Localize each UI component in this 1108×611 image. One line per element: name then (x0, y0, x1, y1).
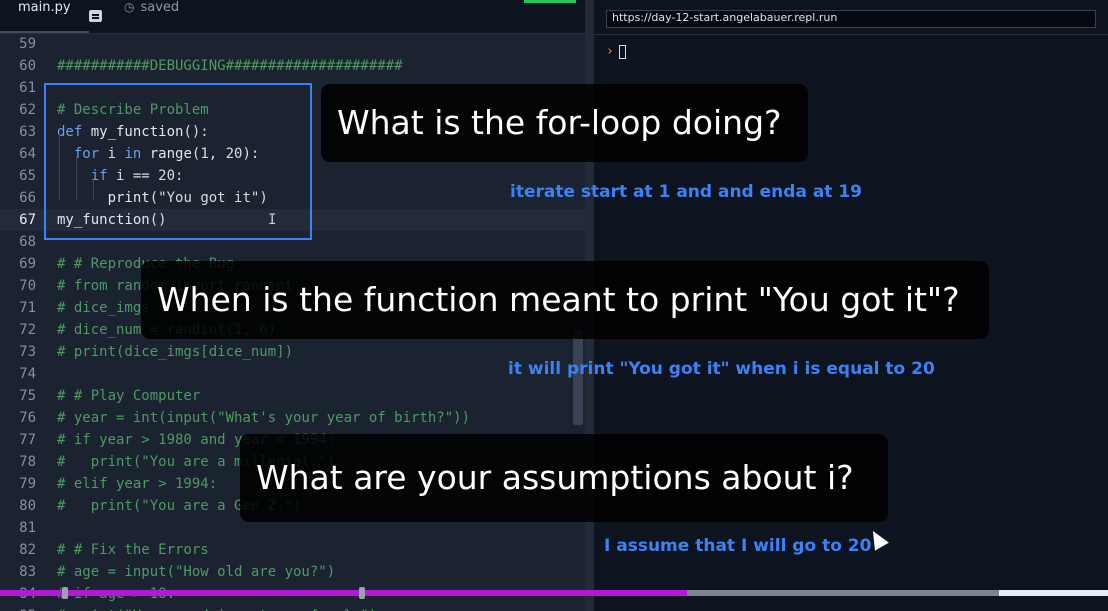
line-number: 59 (19, 36, 36, 52)
code-line[interactable]: 73 # print(dice_imgs[dice_num]) (0, 341, 585, 363)
video-progress-bar[interactable] (0, 590, 1108, 596)
chapter-marker[interactable] (62, 587, 68, 599)
code-line[interactable]: 82 # # Fix the Errors (0, 539, 585, 561)
line-number: 72 (19, 322, 36, 338)
video-progress-buffer (999, 590, 1108, 596)
line-number: 78 (19, 454, 36, 470)
code-line[interactable]: 76 # year = int(input("What's your year o… (0, 407, 585, 429)
code-line[interactable]: 74 (0, 363, 585, 385)
save-status-label: saved (140, 0, 180, 15)
code-line[interactable]: 59 (0, 33, 585, 55)
code-text: # age = input("How old are you?") (57, 564, 336, 580)
line-number: 64 (19, 146, 36, 162)
answer-assumptions: I assume that I will go to 20 (604, 536, 872, 556)
answer-for-loop: iterate start at 1 and and enda at 19 (510, 182, 863, 202)
editor-tab-bar: main.py ◷ saved (0, 0, 585, 34)
line-number: 76 (19, 410, 36, 426)
code-text: # print("You can drive at age {age}.") (57, 605, 377, 611)
line-number: 60 (19, 58, 36, 74)
code-text: # # Fix the Errors (57, 542, 209, 558)
line-number: 68 (19, 234, 36, 250)
save-status: ◷ saved (124, 0, 179, 33)
line-number: 83 (19, 564, 36, 580)
line-number: 71 (19, 300, 36, 316)
question-assumptions: What are your assumptions about i? (240, 434, 888, 522)
line-number: 77 (19, 432, 36, 448)
code-text: # # Play Computer (57, 388, 201, 404)
line-number: 74 (19, 366, 36, 382)
text-cursor-icon: I (268, 212, 277, 228)
line-number: 69 (19, 256, 36, 272)
code-text: # dice_imgs (57, 300, 150, 316)
history-icon: ◷ (124, 0, 135, 14)
code-text: ###########DEBUGGING####################… (57, 58, 403, 74)
line-number: 66 (19, 190, 36, 206)
line-number: 80 (19, 498, 36, 514)
line-number: 65 (19, 168, 36, 184)
line-number: 85 (0, 605, 36, 611)
line-number: 79 (19, 476, 36, 492)
line-number: 62 (19, 102, 36, 118)
line-number: 61 (19, 80, 36, 96)
question-print-condition: When is the function meant to print "You… (141, 261, 989, 339)
run-indicator (524, 0, 576, 3)
file-tab-main[interactable]: main.py (0, 0, 89, 33)
code-line[interactable]: 75 # # Play Computer (0, 385, 585, 407)
line-number: 73 (19, 344, 36, 360)
line-number: 67 (19, 212, 36, 228)
code-text: # elif year > 1994: (57, 476, 218, 492)
video-progress-fill (0, 590, 687, 596)
question-for-loop: What is the for-loop doing? (321, 84, 808, 162)
chapter-marker[interactable] (359, 587, 365, 599)
line-number: 70 (19, 278, 36, 294)
code-line[interactable]: 60 ###########DEBUGGING##################… (0, 55, 585, 77)
code-text: # print(dice_imgs[dice_num]) (57, 344, 294, 360)
code-text: # year = int(input("What's your year of … (57, 410, 471, 426)
line-number: 75 (19, 388, 36, 404)
console-cursor[interactable] (619, 45, 626, 59)
line-number: 82 (19, 542, 36, 558)
line-number: 63 (19, 124, 36, 140)
url-bar[interactable]: https://day-12-start.angelabauer.repl.ru… (606, 10, 1096, 28)
console-divider (594, 34, 1108, 35)
line-number: 81 (19, 520, 36, 536)
code-line[interactable]: 85 # print("You can drive at age {age}.") (0, 605, 585, 611)
prompt-icon: › (606, 44, 614, 59)
answer-print-condition: it will print "You got it" when i is equ… (508, 359, 935, 379)
document-icon[interactable] (89, 10, 102, 22)
code-line[interactable]: 83 # age = input("How old are you?") (0, 561, 585, 583)
